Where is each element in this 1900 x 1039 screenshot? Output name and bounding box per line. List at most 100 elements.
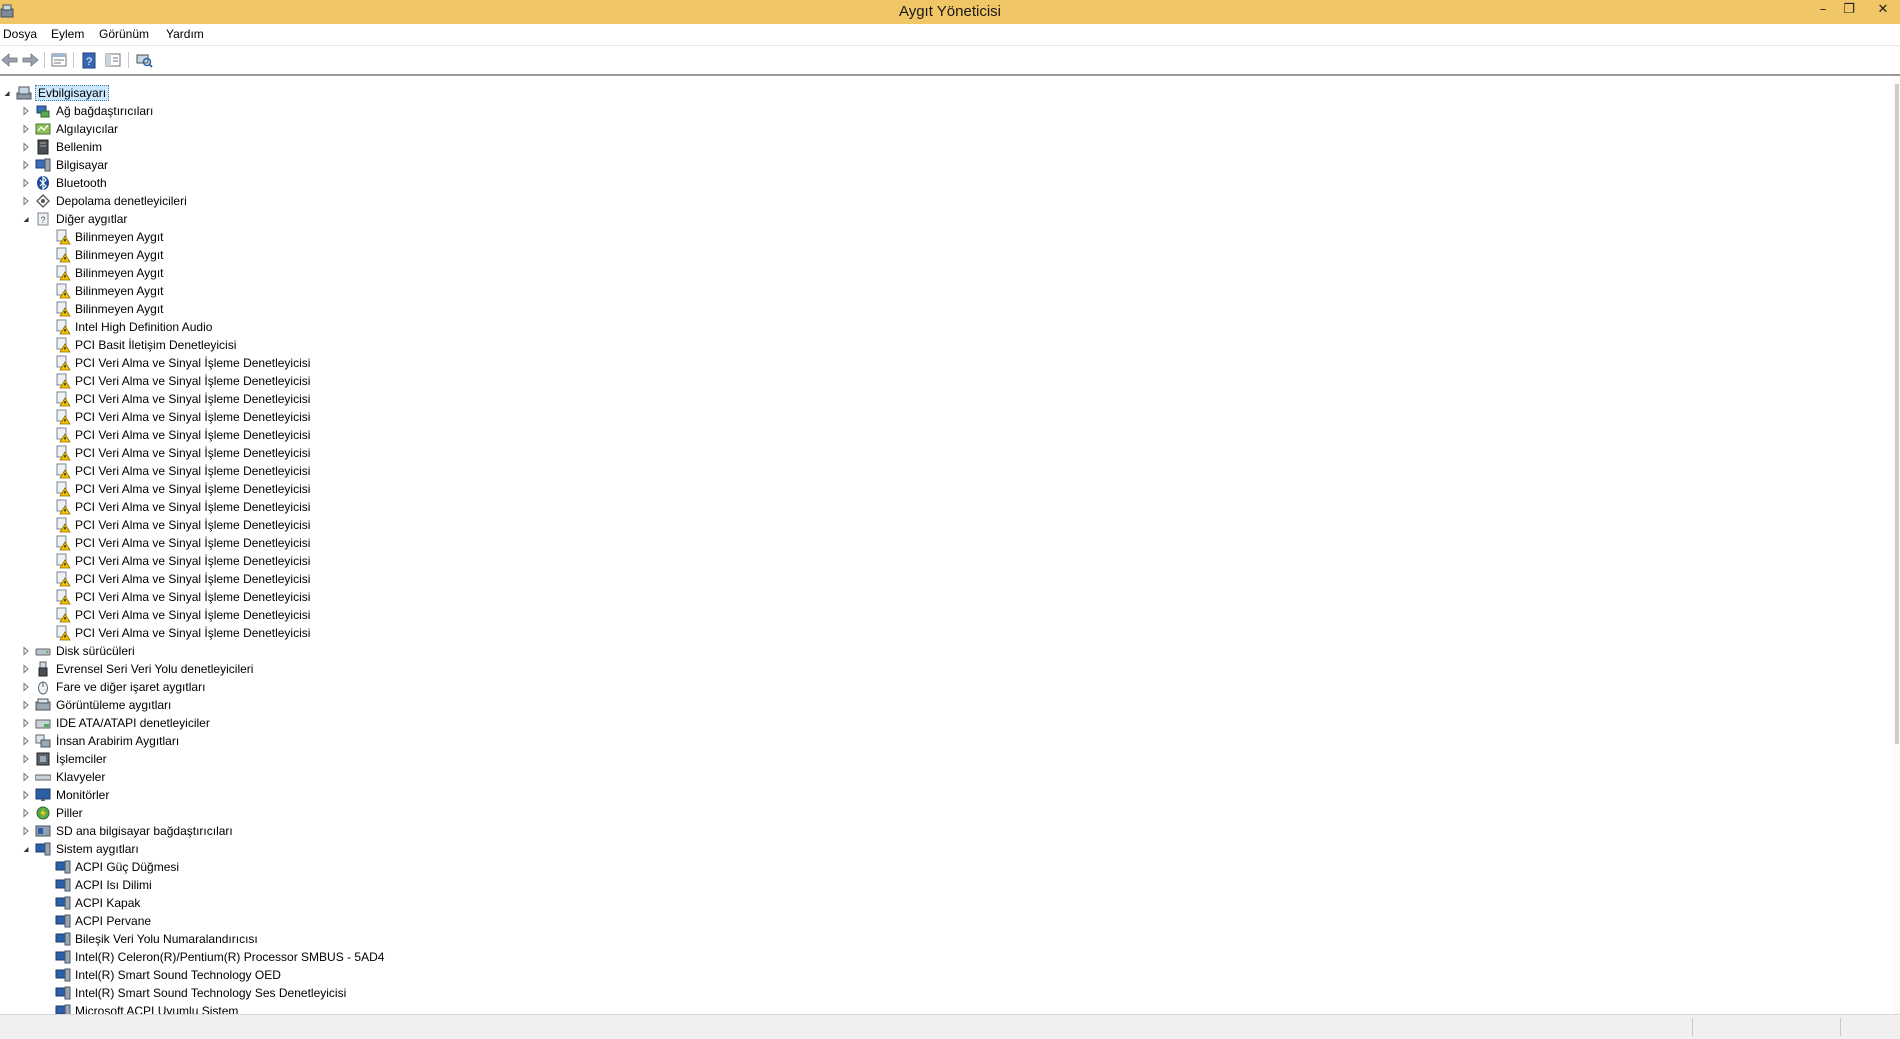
category-label: Algılayıcılar <box>56 122 119 136</box>
tree-device-item[interactable]: Intel(R) Smart Sound Technology OED <box>0 966 1880 984</box>
tree-root-evbilgisayari[interactable]: Evbilgisayarı <box>0 84 1880 102</box>
monitor-icon <box>35 787 51 803</box>
expand-arrow-icon[interactable] <box>21 102 31 120</box>
tree-device-item[interactable]: PCI Veri Alma ve Sinyal İşleme Denetleyi… <box>0 606 1880 624</box>
tree-category-klavyeler[interactable]: Klavyeler <box>0 768 1880 786</box>
tree-device-item[interactable]: PCI Veri Alma ve Sinyal İşleme Denetleyi… <box>0 516 1880 534</box>
tree-device-item[interactable]: Bilinmeyen Aygıt <box>0 300 1880 318</box>
tree-category-diger-aygitlar[interactable]: ? Diğer aygıtlar <box>0 210 1880 228</box>
tree-device-item[interactable]: ACPI Isı Dilimi <box>0 876 1880 894</box>
tree-category-insan-arabirim-aygitlari[interactable]: İnsan Arabirim Aygıtları <box>0 732 1880 750</box>
tree-device-item[interactable]: PCI Veri Alma ve Sinyal İşleme Denetleyi… <box>0 498 1880 516</box>
tree-device-item[interactable]: PCI Basit İletişim Denetleyicisi <box>0 336 1880 354</box>
keyboard-icon <box>34 769 52 785</box>
tree-device-item[interactable]: Bileşik Veri Yolu Numaralandırıcısı <box>0 930 1880 948</box>
tree-category-depolama-denetleyicileri[interactable]: Depolama denetleyicileri <box>0 192 1880 210</box>
expand-arrow-icon[interactable] <box>21 804 31 822</box>
expand-arrow-icon[interactable] <box>21 660 31 678</box>
expand-arrow-icon[interactable] <box>21 174 31 192</box>
device-label: Bilinmeyen Aygıt <box>75 302 164 316</box>
expand-arrow-icon[interactable] <box>21 768 31 786</box>
tree-device-item[interactable]: PCI Veri Alma ve Sinyal İşleme Denetleyi… <box>0 408 1880 426</box>
tree-category-islemciler[interactable]: İşlemciler <box>0 750 1880 768</box>
tree-device-item[interactable]: PCI Veri Alma ve Sinyal İşleme Denetleyi… <box>0 588 1880 606</box>
tree-category-bilgisayar[interactable]: Bilgisayar <box>0 156 1880 174</box>
tree-category-fare-ve-diger-isaret-aygitlari[interactable]: Fare ve diğer işaret aygıtları <box>0 678 1880 696</box>
menu-gorunum[interactable]: Görünüm <box>96 24 152 45</box>
tree-device-item[interactable]: ACPI Güç Düğmesi <box>0 858 1880 876</box>
expand-arrow-icon[interactable] <box>21 786 31 804</box>
forward-arrow-icon[interactable] <box>20 50 40 70</box>
menu-dosya[interactable]: Dosya <box>0 24 40 45</box>
restore-button[interactable]: ❐ <box>1836 0 1862 22</box>
tree-category-algilayicilar[interactable]: Algılayıcılar <box>0 120 1880 138</box>
expand-arrow-icon[interactable] <box>21 120 31 138</box>
computer-icon <box>35 157 51 173</box>
minimize-button[interactable]: – <box>1810 0 1836 22</box>
close-button[interactable]: ✕ <box>1870 0 1896 22</box>
disk-drive-icon <box>35 643 51 659</box>
expand-arrow-icon[interactable] <box>21 156 31 174</box>
tree-device-item[interactable]: PCI Veri Alma ve Sinyal İşleme Denetleyi… <box>0 552 1880 570</box>
tree-device-item[interactable]: Bilinmeyen Aygıt <box>0 228 1880 246</box>
tree-device-item[interactable]: ACPI Pervane <box>0 912 1880 930</box>
show-hide-tree-icon[interactable] <box>103 50 123 70</box>
tree-category-piller[interactable]: Piller <box>0 804 1880 822</box>
tree-category-sd-ana-bilgisayar-bagdastiricilari[interactable]: SD ana bilgisayar bağdaştırıcıları <box>0 822 1880 840</box>
tree-device-item[interactable]: PCI Veri Alma ve Sinyal İşleme Denetleyi… <box>0 534 1880 552</box>
scrollbar-thumb[interactable] <box>1895 84 1899 744</box>
tree-device-item[interactable]: Bilinmeyen Aygıt <box>0 246 1880 264</box>
tree-device-item[interactable]: PCI Veri Alma ve Sinyal İşleme Denetleyi… <box>0 624 1880 642</box>
tree-device-item[interactable]: Intel High Definition Audio <box>0 318 1880 336</box>
close-icon: ✕ <box>1877 2 1889 17</box>
tree-device-item[interactable]: Intel(R) Smart Sound Technology Ses Dene… <box>0 984 1880 1002</box>
menu-eylem[interactable]: Eylem <box>48 24 87 45</box>
tree-category-bluetooth[interactable]: Bluetooth <box>0 174 1880 192</box>
expand-arrow-icon[interactable] <box>21 678 31 696</box>
tree-category-monitorler[interactable]: Monitörler <box>0 786 1880 804</box>
tree-device-item[interactable]: Bilinmeyen Aygıt <box>0 282 1880 300</box>
collapse-arrow-icon[interactable] <box>21 210 31 228</box>
tree-device-item[interactable]: Intel(R) Celeron(R)/Pentium(R) Processor… <box>0 948 1880 966</box>
back-arrow-icon[interactable] <box>0 50 20 70</box>
expand-arrow-icon[interactable] <box>21 750 31 768</box>
tree-device-item[interactable]: PCI Veri Alma ve Sinyal İşleme Denetleyi… <box>0 426 1880 444</box>
expand-arrow-icon[interactable] <box>21 696 31 714</box>
tree-device-item[interactable]: PCI Veri Alma ve Sinyal İşleme Denetleyi… <box>0 444 1880 462</box>
scan-hardware-icon[interactable] <box>134 50 154 70</box>
tree-device-item[interactable]: PCI Veri Alma ve Sinyal İşleme Denetleyi… <box>0 390 1880 408</box>
tree-category-bellenim[interactable]: Bellenim <box>0 138 1880 156</box>
tree-device-item[interactable]: PCI Veri Alma ve Sinyal İşleme Denetleyi… <box>0 570 1880 588</box>
tree-category-ag-bagdastiricilari[interactable]: Ağ bağdaştırıcıları <box>0 102 1880 120</box>
tree-device-item[interactable]: PCI Veri Alma ve Sinyal İşleme Denetleyi… <box>0 462 1880 480</box>
tree-category-sistem-aygitlari[interactable]: Sistem aygıtları <box>0 840 1880 858</box>
expand-arrow-icon[interactable] <box>21 642 31 660</box>
warning-device-icon <box>55 355 71 371</box>
collapse-arrow-icon[interactable] <box>2 84 12 102</box>
properties-panel-icon[interactable] <box>49 50 69 70</box>
vertical-scrollbar[interactable] <box>1894 76 1900 1014</box>
tree-category-disk-suruculeri[interactable]: Disk sürücüleri <box>0 642 1880 660</box>
expand-arrow-icon[interactable] <box>21 714 31 732</box>
expand-arrow-icon[interactable] <box>21 822 31 840</box>
tree-category-goruntuleme-aygitlari[interactable]: Görüntüleme aygıtları <box>0 696 1880 714</box>
menu-yardim[interactable]: Yardım <box>163 24 207 45</box>
device-label: PCI Veri Alma ve Sinyal İşleme Denetleyi… <box>75 446 311 460</box>
expand-arrow-icon[interactable] <box>21 192 31 210</box>
expand-arrow-icon[interactable] <box>21 138 31 156</box>
tree-device-item[interactable]: PCI Veri Alma ve Sinyal İşleme Denetleyi… <box>0 480 1880 498</box>
tree-device-item[interactable]: PCI Veri Alma ve Sinyal İşleme Denetleyi… <box>0 354 1880 372</box>
collapse-arrow-icon[interactable] <box>21 840 31 858</box>
tree-device-item[interactable]: ACPI Kapak <box>0 894 1880 912</box>
battery-icon <box>35 805 51 821</box>
tree-category-ide-ata-atapi-denetleyiciler[interactable]: IDE ATA/ATAPI denetleyiciler <box>0 714 1880 732</box>
usb-icon <box>35 661 51 677</box>
tree-device-item[interactable]: PCI Veri Alma ve Sinyal İşleme Denetleyi… <box>0 372 1880 390</box>
expand-arrow-icon[interactable] <box>21 732 31 750</box>
help-icon[interactable]: ? <box>79 50 99 70</box>
device-label: PCI Veri Alma ve Sinyal İşleme Denetleyi… <box>75 536 311 550</box>
tree-device-item[interactable]: Microsoft ACPI Uyumlu Sistem <box>0 1002 1880 1014</box>
tree-category-evrensel-seri-veri-yolu-denetleyicileri[interactable]: Evrensel Seri Veri Yolu denetleyicileri <box>0 660 1880 678</box>
tree-device-item[interactable]: Bilinmeyen Aygıt <box>0 264 1880 282</box>
device-label: PCI Basit İletişim Denetleyicisi <box>75 338 237 352</box>
